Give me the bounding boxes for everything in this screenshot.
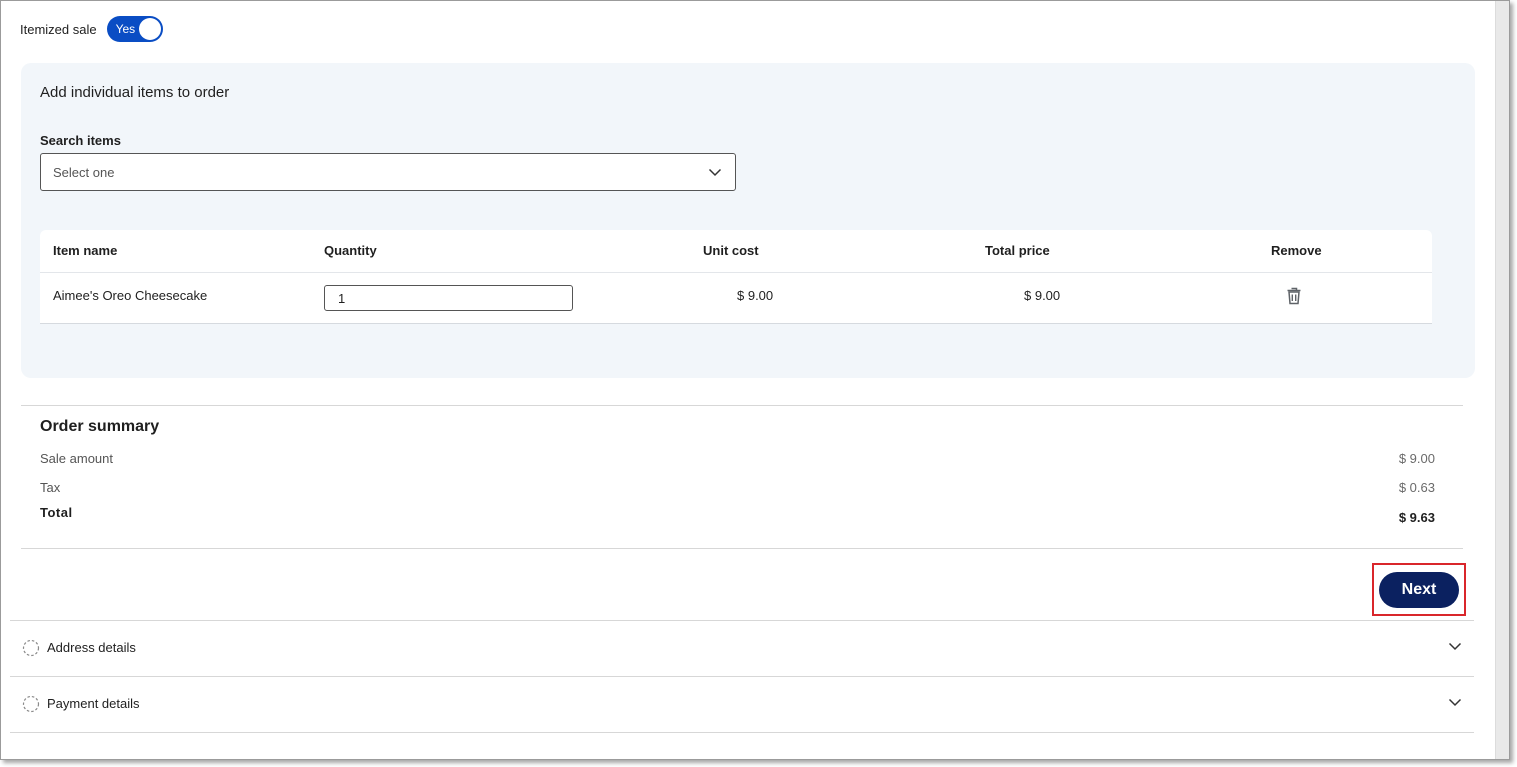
search-items-select[interactable]: Select one (40, 153, 736, 191)
add-items-panel: Add individual items to order Search ite… (21, 63, 1475, 378)
unit-cost-cell: $ 9.00 (737, 288, 774, 303)
accordion-label: Payment details (47, 696, 140, 711)
next-button[interactable]: Next (1379, 572, 1459, 608)
accordion-address-details[interactable]: Address details (10, 621, 1474, 677)
itemized-sale-row: Itemized sale Yes (20, 16, 163, 42)
toggle-state-text: Yes (115, 22, 136, 36)
search-select-placeholder: Select one (53, 164, 115, 180)
column-header-remove: Remove (1271, 243, 1322, 258)
itemized-sale-toggle[interactable]: Yes (106, 16, 163, 42)
total-label: Total (40, 505, 73, 520)
total-value: $ 9.63 (1398, 510, 1435, 525)
chevron-down-icon (1448, 639, 1462, 658)
chevron-down-icon (708, 165, 722, 184)
vertical-scrollbar[interactable] (1495, 1, 1509, 759)
dashed-circle-icon (22, 639, 40, 662)
tax-label: Tax (40, 480, 61, 495)
toggle-knob (138, 18, 161, 40)
order-summary-title: Order summary (40, 418, 160, 435)
trash-icon[interactable] (1286, 287, 1302, 305)
accordion-label: Address details (47, 640, 136, 655)
tax-value: $ 0.63 (1398, 480, 1435, 495)
chevron-down-icon (1448, 695, 1462, 714)
items-table: Item name Quantity Unit cost Total price… (40, 230, 1432, 324)
table-header-divider (40, 272, 1432, 273)
panel-heading: Add individual items to order (40, 84, 230, 101)
itemized-sale-label: Itemized sale (20, 21, 97, 37)
column-header-item-name: Item name (53, 243, 118, 258)
search-items-label: Search items (40, 133, 121, 148)
sale-amount-value: $ 9.00 (1398, 451, 1435, 466)
accordion-payment-details[interactable]: Payment details (10, 677, 1474, 733)
window-frame: Itemized sale Yes Add individual items t… (0, 0, 1510, 760)
summary-bottom-divider (21, 548, 1463, 549)
column-header-unit-cost: Unit cost (703, 243, 759, 258)
dashed-circle-icon (22, 695, 40, 718)
column-header-total-price: Total price (985, 243, 1050, 258)
table-row-divider (40, 323, 1432, 324)
total-price-cell: $ 9.00 (1024, 288, 1061, 303)
summary-top-divider (21, 405, 1463, 406)
accordion-divider-3 (10, 732, 1474, 733)
column-header-quantity: Quantity (324, 243, 377, 258)
sale-amount-label: Sale amount (40, 451, 113, 466)
quantity-input[interactable] (324, 285, 573, 311)
item-name-cell: Aimee's Oreo Cheesecake (53, 288, 208, 303)
